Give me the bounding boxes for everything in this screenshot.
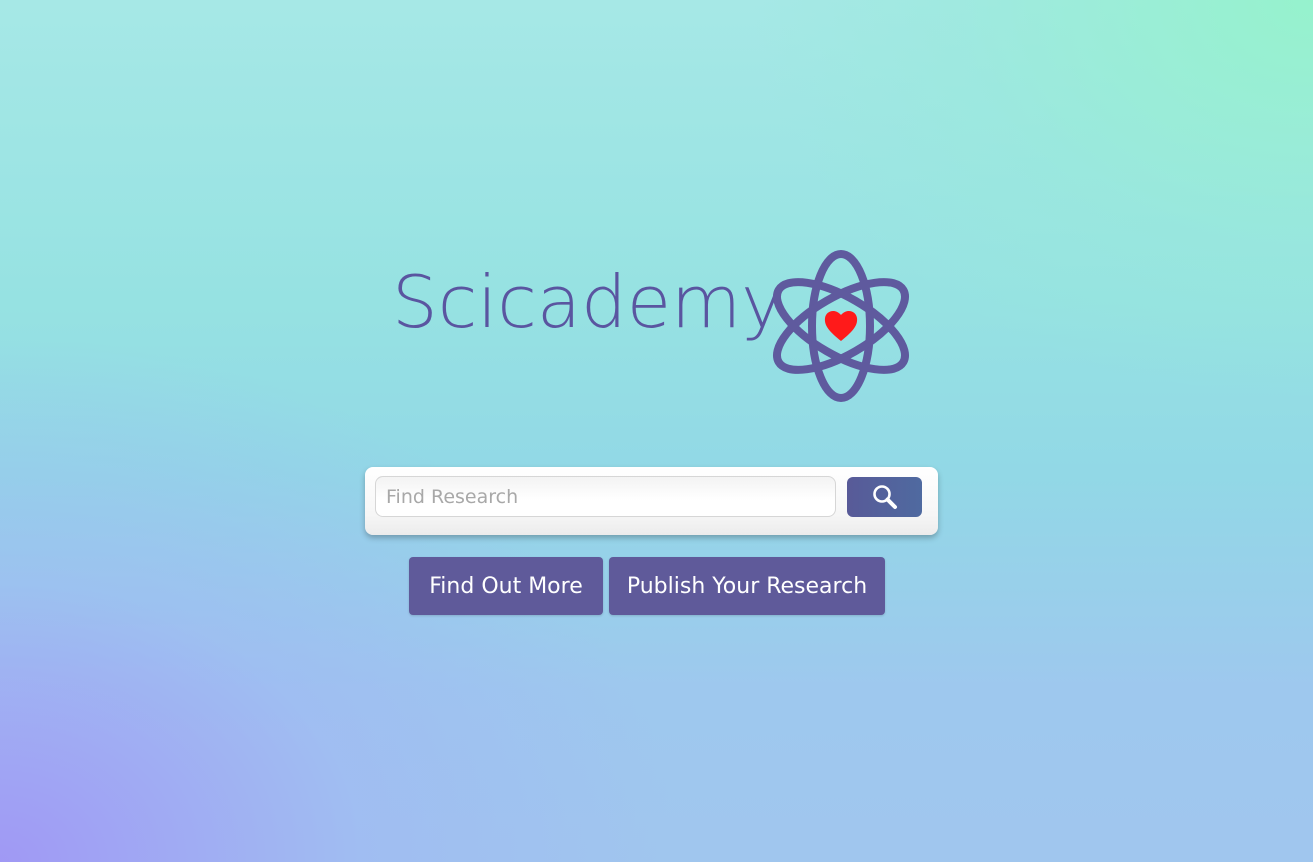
heart-icon [824,311,858,341]
logo: Scicademy [390,246,915,406]
search-box [365,467,938,535]
search-button[interactable] [847,477,922,517]
brand-name: Scicademy [392,260,784,344]
atom-heart-icon [772,250,910,402]
find-out-more-button[interactable]: Find Out More [409,557,603,615]
search-input[interactable] [375,476,836,517]
search-icon [872,485,897,509]
publish-research-button[interactable]: Publish Your Research [609,557,885,615]
